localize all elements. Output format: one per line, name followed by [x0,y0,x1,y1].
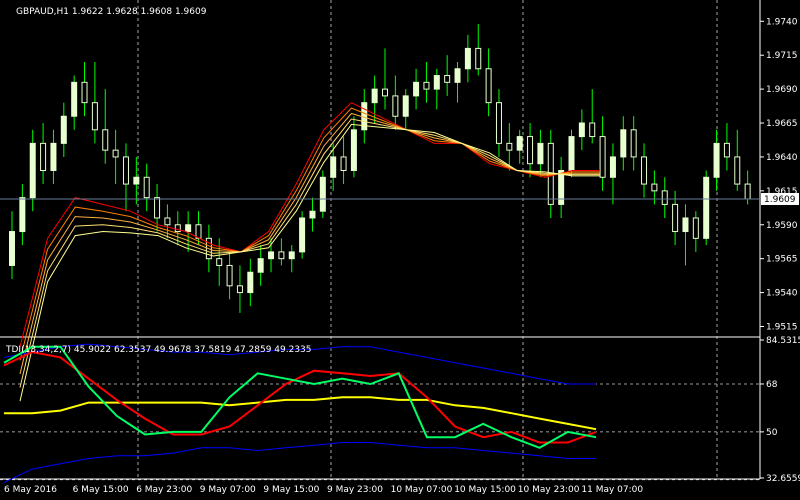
candle-body [672,203,679,233]
candle-body [527,136,534,165]
time-label: 9 May 23:00 [327,485,383,495]
candle-body [91,102,98,131]
candle-body [154,197,161,219]
candle-body [371,88,378,104]
candle-body [19,197,26,233]
price-tick-label: 1.9515 [766,323,798,333]
trading-chart[interactable]: 1.9609 1.97401.97151.96901.96651.96401.9… [0,0,800,500]
candle-body [651,183,658,192]
price-tick-label: 1.9615 [766,187,798,197]
candle-body [506,142,513,151]
candle-body [195,224,202,239]
candle-body [71,81,78,117]
candle-body [330,156,337,178]
time-label: 10 May 07:00 [391,485,453,495]
candle-body [29,142,36,199]
candle-body [102,129,109,151]
candle-body [340,156,347,172]
candle-body [50,142,57,171]
time-label: 10 May 23:00 [518,485,580,495]
candle-body [413,81,420,97]
candle-body [309,210,316,219]
time-label: 6 May 15:00 [73,485,129,495]
candle-body [112,149,119,158]
candle-body [641,156,648,185]
candle-body [122,156,129,185]
candle-body [692,217,699,239]
time-label: 11 May 07:00 [581,485,643,495]
price-tick-label: 1.9640 [766,153,798,163]
price-tick-label: 1.9740 [766,17,798,27]
candle-body [433,75,440,90]
candle-body [713,142,720,178]
candle-body [682,217,689,233]
candle-body [609,156,616,178]
candle-body [537,142,544,165]
candle-body [226,264,233,287]
candle-body [392,95,399,117]
candle-body [703,176,710,239]
candle-body [620,129,627,158]
tdi-tick-label: 84.5315 [766,336,800,346]
candle-body [60,115,67,144]
candle-body [516,136,523,151]
chart-header: GBPAUD,H1 1.9622 1.9628 1.9608 1.9609 [16,7,207,17]
candle-body [589,122,596,138]
candle-body [464,47,471,70]
candle-body [485,68,492,104]
candle-body [133,176,140,185]
chart-background [0,0,800,500]
candle-body [723,142,730,158]
candle-body [599,136,606,178]
tdi-tick-label: 68 [766,380,778,390]
time-label: 10 May 15:00 [454,485,516,495]
candle-body [257,258,264,273]
price-tick-label: 1.9665 [766,119,798,129]
price-tick-label: 1.9540 [766,289,798,299]
candle-body [247,271,254,294]
candle-body [185,224,192,233]
candle-body [495,102,502,144]
candle-body [40,142,47,171]
candle-body [444,75,451,83]
candle-body [744,183,751,200]
candle-body [382,88,388,97]
candle-body [236,285,243,294]
candle-body [630,129,637,158]
candle-body [164,217,171,226]
time-label: 6 May 23:00 [136,485,192,495]
price-tick-label: 1.9690 [766,85,798,95]
candle-body [568,136,575,171]
candle-body [174,224,181,233]
tdi-tick-label: 32.6559 [766,474,800,484]
candle-body [402,95,409,117]
candle-body [423,81,430,90]
price-tick-label: 1.9590 [766,221,798,231]
candle-body [734,156,741,185]
candle-body [319,176,326,212]
candle-body [9,231,15,266]
candle-body [278,251,285,260]
candle-body [350,129,357,172]
time-label: 9 May 15:00 [263,485,319,495]
candle-body [661,190,668,205]
time-label: 6 May 2016 [4,485,57,495]
candle-body [578,122,585,138]
candle-body [216,258,223,266]
price-tick-label: 1.9715 [766,51,798,61]
candle-body [143,176,150,199]
candle-body [475,47,482,70]
tdi-tick-label: 50 [766,428,778,438]
candle-body [454,68,461,83]
candle-body [81,81,88,104]
price-tick-label: 1.9565 [766,255,798,265]
candle-body [299,217,306,253]
candle-body [268,251,275,260]
time-label: 9 May 07:00 [200,485,256,495]
tdi-header: TDI(13,34,2,7) 45.9022 62.3537 49.9678 3… [5,345,312,355]
candle-body [288,251,295,260]
